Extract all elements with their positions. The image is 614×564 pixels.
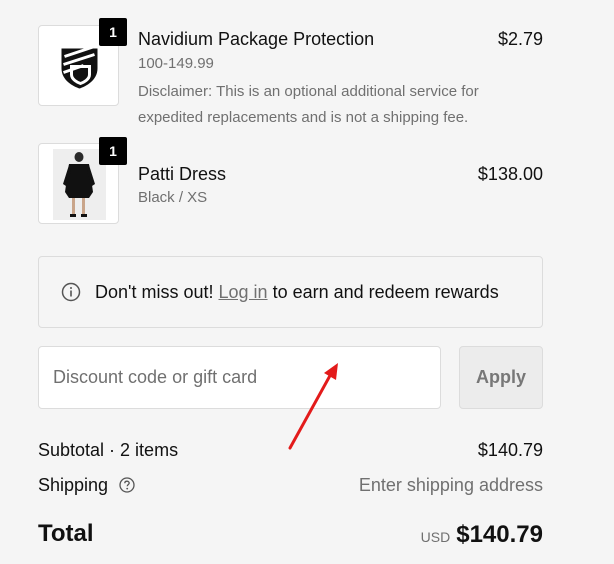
shipping-row: Shipping Enter shipping address [38, 475, 543, 496]
login-link[interactable]: Log in [219, 282, 268, 302]
item-title: Navidium Package Protection [138, 29, 375, 49]
total-amount: USD $140.79 [421, 521, 543, 549]
quantity-badge: 1 [99, 18, 127, 46]
subtotal-value: $140.79 [477, 440, 543, 460]
item-price: $138.00 [477, 164, 543, 184]
item-title: Patti Dress [138, 164, 227, 184]
line-item-package-protection: 1 Navidium Package Protection 100-149.99… [38, 18, 543, 126]
apply-button[interactable]: Apply [459, 346, 543, 409]
shipping-label: Shipping [38, 475, 109, 495]
currency-code: USD [420, 529, 451, 545]
rewards-message: Don't miss out! Log in to earn and redee… [95, 282, 499, 303]
subtotal-row: Subtotal · 2 items $140.79 [38, 440, 543, 461]
total-row: Total USD $140.79 [38, 520, 543, 548]
rewards-suffix: to earn and redeem rewards [272, 281, 499, 302]
rewards-prefix: Don't miss out! [95, 281, 214, 302]
item-variant: 100-149.99 [138, 55, 214, 72]
total-label: Total [38, 520, 94, 547]
help-circle-icon[interactable] [119, 477, 135, 493]
line-item-dress: 1 Patti Dress Black / XS $138.00 [38, 137, 543, 225]
total-value: $140.79 [456, 521, 543, 548]
shipping-value: Enter shipping address [358, 475, 543, 495]
subtotal-label: Subtotal · 2 items [38, 440, 179, 460]
discount-code-input[interactable] [38, 346, 441, 409]
item-price: $2.79 [497, 29, 543, 49]
info-icon [61, 282, 81, 302]
rewards-banner: Don't miss out! Log in to earn and redee… [38, 256, 543, 328]
item-disclaimer: Disclaimer: This is an optional addition… [138, 83, 479, 126]
item-variant: Black / XS [138, 189, 208, 206]
quantity-badge: 1 [99, 137, 127, 165]
